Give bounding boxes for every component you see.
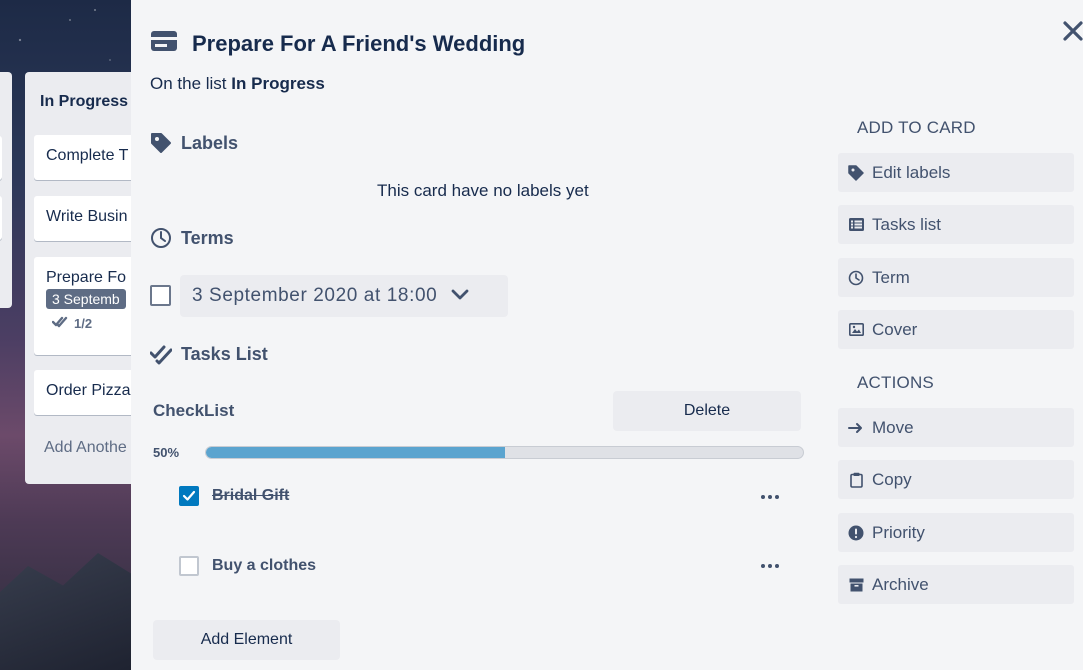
archive-button[interactable]: Archive	[838, 565, 1074, 604]
priority-button[interactable]: Priority	[838, 513, 1074, 552]
double-check-icon	[150, 343, 172, 365]
cover-button[interactable]: Cover	[838, 310, 1074, 349]
tasks-list-label: Tasks list	[872, 214, 941, 234]
arrow-right-icon	[848, 420, 864, 436]
ellipsis-icon	[775, 495, 779, 499]
due-date-checkbox[interactable]	[150, 285, 171, 306]
ellipsis-icon	[768, 564, 772, 568]
board-card-title: Write Busin	[46, 208, 128, 225]
term-label: Term	[872, 267, 910, 287]
double-check-icon	[51, 315, 68, 332]
exclamation-circle-icon	[848, 525, 864, 541]
archive-label: Archive	[872, 574, 929, 594]
close-button[interactable]	[1060, 18, 1083, 44]
list-icon	[848, 217, 864, 233]
priority-label: Priority	[872, 522, 925, 542]
add-element-button[interactable]: Add Element	[153, 620, 340, 660]
clock-icon	[150, 227, 172, 249]
terms-heading: Terms	[181, 227, 234, 248]
cover-label: Cover	[872, 319, 918, 339]
checklist-item-label[interactable]: Bridal Gift	[212, 487, 289, 505]
ellipsis-icon	[768, 495, 772, 499]
checklist-progress-bar	[205, 446, 804, 459]
due-date-dropdown[interactable]: 3 September 2020 at 18:00	[180, 275, 508, 317]
list-title: In Progress	[40, 93, 129, 110]
list-info-prefix: On the list	[150, 74, 227, 93]
item-options-button[interactable]	[760, 492, 780, 502]
due-date-badge: 3 Septemb	[46, 289, 126, 309]
ellipsis-icon	[775, 564, 779, 568]
close-icon	[1063, 21, 1083, 41]
clock-icon	[848, 270, 864, 286]
card-icon	[150, 30, 178, 57]
card-title-row: Prepare For A Friend's Wedding	[150, 30, 525, 57]
image-icon	[848, 322, 864, 338]
tasks-section-heading: Tasks List	[150, 343, 268, 365]
card-list-info: On the list In Progress	[150, 74, 325, 94]
board-card-title: Complete T	[46, 147, 129, 164]
delete-checklist-button[interactable]: Delete	[613, 391, 801, 431]
board-card-title: Order Pizza	[46, 382, 131, 399]
no-labels-text: This card have no labels yet	[377, 181, 589, 200]
previous-list-card[interactable]	[0, 136, 2, 180]
terms-section-heading: Terms	[150, 227, 234, 249]
labels-section-heading: Labels	[150, 132, 238, 154]
checklist-title[interactable]: CheckList	[153, 401, 234, 421]
checklist-count: 1/2	[74, 316, 93, 331]
copy-button[interactable]: Copy	[838, 460, 1074, 499]
tag-icon	[848, 164, 864, 181]
ellipsis-icon	[761, 495, 765, 499]
tasks-heading: Tasks List	[181, 343, 268, 364]
due-date-value: 3 September 2020 at 18:00	[192, 285, 438, 306]
move-button[interactable]: Move	[838, 408, 1074, 447]
checklist-item-checkbox[interactable]	[179, 556, 199, 576]
item-options-button[interactable]	[760, 561, 780, 571]
clipboard-icon	[848, 472, 864, 488]
checklist-item-label[interactable]: Buy a clothes	[212, 557, 316, 575]
edit-labels-label: Edit labels	[872, 162, 951, 182]
ellipsis-icon	[761, 564, 765, 568]
archive-box-icon	[848, 577, 864, 593]
checklist-item: Bridal Gift	[179, 486, 289, 506]
chevron-down-icon	[451, 285, 469, 307]
edit-labels-button[interactable]: Edit labels	[838, 153, 1074, 192]
tag-icon	[150, 132, 172, 154]
checklist-item-checkbox[interactable]	[179, 486, 199, 506]
tasks-list-button[interactable]: Tasks list	[838, 205, 1074, 244]
previous-list-card[interactable]	[0, 196, 2, 240]
labels-heading: Labels	[181, 132, 239, 153]
checklist-item: Buy a clothes	[179, 556, 316, 576]
copy-label: Copy	[872, 469, 912, 489]
card-detail-modal: Prepare For A Friend's Wedding On the li…	[131, 0, 1083, 670]
checklist-progress-fill	[206, 447, 505, 458]
add-to-card-heading: ADD TO CARD	[857, 118, 976, 137]
previous-list	[0, 72, 12, 308]
actions-heading: ACTIONS	[857, 373, 934, 392]
list-info-name[interactable]: In Progress	[231, 74, 325, 93]
checkmark-icon	[182, 490, 196, 501]
term-button[interactable]: Term	[838, 258, 1074, 297]
add-another-card-link[interactable]: Add Anothe	[44, 439, 127, 457]
card-title[interactable]: Prepare For A Friend's Wedding	[192, 31, 525, 57]
checklist-progress-percent: 50%	[153, 445, 180, 460]
move-label: Move	[872, 417, 914, 437]
